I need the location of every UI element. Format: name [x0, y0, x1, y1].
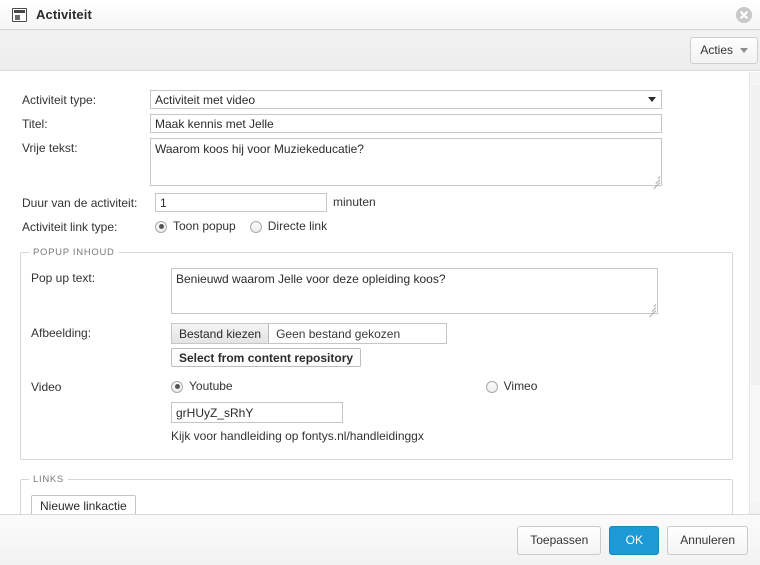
- video-label: Video: [31, 380, 62, 394]
- link-type-label: Activiteit link type:: [22, 220, 118, 234]
- chevron-down-icon: [648, 97, 656, 102]
- radio-icon-unselected[interactable]: [485, 380, 498, 393]
- radio-icon-selected[interactable]: [171, 380, 183, 393]
- free-text-textarea[interactable]: [150, 138, 662, 186]
- field-row-activity-type: Activiteit type: Activiteit met video: [0, 90, 760, 110]
- actions-dropdown-button[interactable]: Acties: [690, 36, 758, 64]
- link-type-radio-group: Toon popup Directe link: [155, 217, 327, 236]
- apply-button[interactable]: Toepassen: [517, 525, 602, 555]
- duration-unit-label: minuten: [333, 195, 376, 209]
- image-controls: Bestand kiezen Geen bestand gekozen Sele…: [171, 323, 447, 367]
- dialog-footer: Toepassen OK Annuleren: [0, 514, 760, 565]
- popup-content-fieldset: POPUP INHOUD Pop up text: Afbeelding: Be…: [20, 247, 733, 460]
- field-row-video: Video Youtube Vimeo Kijk voor handleid: [21, 377, 732, 445]
- duration-label: Duur van de activiteit:: [22, 196, 138, 210]
- popup-text-label: Pop up text:: [31, 271, 96, 285]
- video-option-youtube[interactable]: Youtube: [171, 377, 233, 396]
- video-source-radio-group: Youtube Vimeo: [171, 377, 658, 396]
- select-from-repository-button[interactable]: Select from content repository: [171, 348, 362, 367]
- activity-type-value: Activiteit met video: [155, 92, 256, 107]
- image-label: Afbeelding:: [31, 326, 92, 340]
- field-row-link-type: Activiteit link type: Toon popup Directe…: [0, 217, 760, 237]
- file-status-text: Geen bestand gekozen: [276, 326, 401, 341]
- video-id-input[interactable]: [171, 402, 343, 423]
- links-body: Nieuwe linkactie: [21, 495, 732, 514]
- actions-dropdown-label: Acties: [700, 43, 733, 57]
- links-fieldset: LINKS Nieuwe linkactie: [20, 474, 733, 514]
- video-option-youtube-label: Youtube: [189, 379, 233, 393]
- free-text-wrapper: [150, 138, 662, 190]
- links-legend: LINKS: [33, 474, 64, 485]
- link-type-option-popup[interactable]: Toon popup: [155, 217, 236, 236]
- new-link-action-button[interactable]: Nieuwe linkactie: [31, 495, 136, 514]
- link-type-option-popup-label: Toon popup: [173, 219, 236, 233]
- scroll-up-arrow-icon[interactable]: [750, 72, 760, 83]
- video-option-vimeo-label: Vimeo: [503, 379, 538, 393]
- choose-file-button[interactable]: Bestand kiezen: [172, 324, 270, 343]
- link-type-option-direct[interactable]: Directe link: [249, 217, 328, 236]
- title-label: Titel:: [22, 117, 48, 131]
- duration-input[interactable]: [155, 193, 327, 212]
- scrollbar-thumb[interactable]: [751, 85, 760, 385]
- radio-icon-selected[interactable]: [155, 220, 167, 233]
- window-title-bar: Activiteit: [0, 0, 760, 30]
- toolbar: Acties: [0, 30, 760, 71]
- vertical-scrollbar[interactable]: [749, 72, 760, 514]
- field-row-popup-text: Pop up text:: [21, 268, 732, 318]
- activity-type-label: Activiteit type:: [22, 93, 97, 107]
- scroll-down-arrow-icon[interactable]: [750, 503, 760, 514]
- field-row-title: Titel:: [0, 114, 760, 134]
- field-row-duration: Duur van de activiteit: minuten: [0, 193, 760, 213]
- radio-icon-unselected[interactable]: [249, 220, 262, 233]
- window-title: Activiteit: [36, 7, 92, 22]
- video-option-vimeo[interactable]: Vimeo: [485, 377, 538, 396]
- popup-content-legend: POPUP INHOUD: [33, 247, 115, 258]
- field-row-free-text: Vrije tekst:: [0, 138, 760, 190]
- free-text-label: Vrije tekst:: [22, 141, 78, 155]
- link-type-option-direct-label: Directe link: [267, 219, 328, 233]
- activity-form: Activiteit type: Activiteit met video Ti…: [0, 72, 760, 514]
- form-content-area: Activiteit type: Activiteit met video Ti…: [0, 72, 760, 514]
- popup-text-wrapper: [171, 268, 658, 318]
- video-hint-text: Kijk voor handleiding op fontys.nl/handl…: [171, 429, 424, 443]
- video-controls: Youtube Vimeo Kijk voor handleiding op f…: [171, 377, 658, 445]
- title-input[interactable]: [150, 114, 662, 133]
- activity-type-select[interactable]: Activiteit met video: [150, 90, 662, 109]
- repository-button-wrapper: Select from content repository: [171, 348, 447, 367]
- field-row-image: Afbeelding: Bestand kiezen Geen bestand …: [21, 323, 732, 367]
- image-file-input[interactable]: Bestand kiezen Geen bestand gekozen: [171, 323, 447, 344]
- popup-text-textarea[interactable]: [171, 268, 658, 314]
- close-icon[interactable]: [736, 7, 752, 23]
- window-panel-icon: [12, 7, 27, 22]
- chevron-down-icon: [740, 47, 748, 53]
- ok-button[interactable]: OK: [609, 525, 660, 555]
- cancel-button[interactable]: Annuleren: [667, 525, 748, 555]
